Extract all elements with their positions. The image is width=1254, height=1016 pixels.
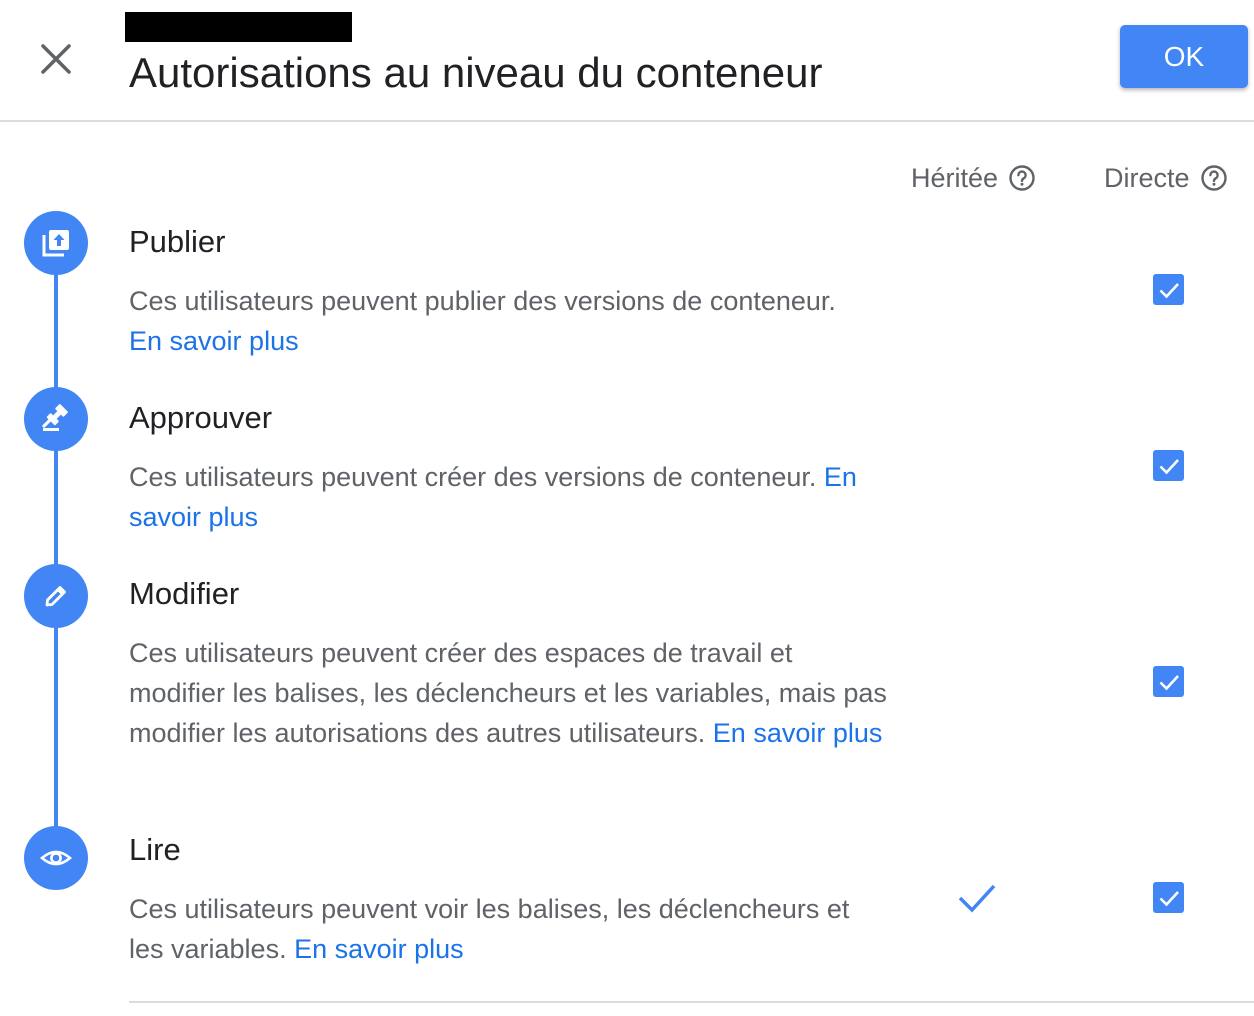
learn-more-link[interactable]: En savoir plus [294, 934, 464, 964]
header-divider [0, 120, 1254, 122]
permission-description: Ces utilisateurs peuvent créer des espac… [129, 633, 889, 753]
ok-button[interactable]: OK [1120, 25, 1248, 88]
direct-checkbox[interactable] [1153, 666, 1184, 697]
dialog-title: Autorisations au niveau du conteneur [129, 49, 823, 96]
publish-step-marker [24, 211, 88, 275]
inherited-check-icon [958, 884, 996, 913]
direct-checkbox[interactable] [1153, 450, 1184, 481]
direct-checkbox[interactable] [1153, 882, 1184, 913]
help-icon[interactable] [1008, 164, 1036, 192]
help-icon[interactable] [1200, 164, 1228, 192]
check-icon [1159, 282, 1179, 298]
gavel-icon [42, 404, 68, 431]
permission-title: Lire [129, 832, 181, 867]
permission-title: Publier [129, 224, 226, 259]
permission-description-text: Ces utilisateurs peuvent voir les balise… [129, 894, 850, 964]
edit-step-marker [24, 564, 88, 628]
column-header-direct-label: Directe [1104, 162, 1190, 193]
learn-more-link[interactable]: En savoir plus [129, 326, 299, 356]
permission-timeline [54, 243, 58, 858]
permission-description: Ces utilisateurs peuvent publier des ver… [129, 281, 889, 361]
redacted-account-name [125, 12, 352, 42]
column-header-direct: Directe [1104, 160, 1228, 196]
close-button[interactable] [34, 37, 78, 81]
pencil-icon [45, 586, 66, 607]
bottom-divider [129, 1001, 1254, 1003]
direct-checkbox[interactable] [1153, 274, 1184, 305]
permission-description: Ces utilisateurs peuvent voir les balise… [129, 889, 889, 969]
permission-description-text: Ces utilisateurs peuvent publier des ver… [129, 286, 836, 316]
column-header-inherited-label: Héritée [911, 162, 999, 193]
check-icon [1159, 890, 1179, 906]
read-step-marker [24, 826, 88, 890]
check-icon [1159, 674, 1179, 690]
approve-step-marker [24, 387, 88, 451]
permission-description-text: Ces utilisateurs peuvent créer des versi… [129, 462, 817, 492]
permission-title: Approuver [129, 400, 273, 435]
publish-icon [42, 230, 69, 257]
column-header-inherited: Héritée [911, 160, 1036, 196]
eye-icon [40, 850, 72, 866]
learn-more-link[interactable]: En savoir plus [713, 718, 883, 748]
permission-description: Ces utilisateurs peuvent créer des versi… [129, 457, 889, 537]
permission-title: Modifier [129, 576, 240, 611]
check-icon [1159, 458, 1179, 474]
close-icon [41, 44, 71, 74]
